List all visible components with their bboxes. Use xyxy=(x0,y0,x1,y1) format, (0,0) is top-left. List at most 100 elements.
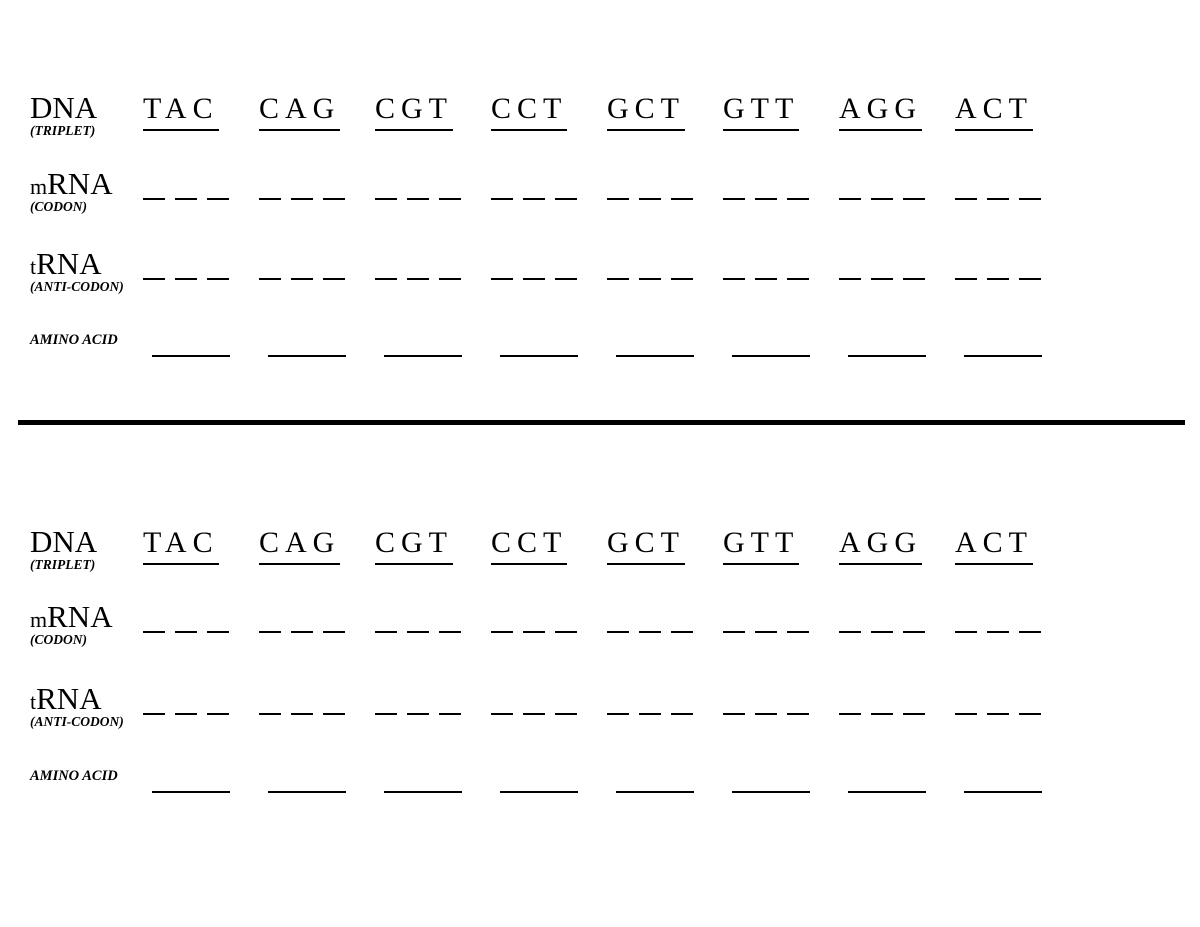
mrna-codon-blank-cell[interactable] xyxy=(259,631,375,633)
nucleotide-blank[interactable] xyxy=(523,278,545,280)
nucleotide-blank[interactable] xyxy=(987,713,1009,715)
nucleotide-blank[interactable] xyxy=(291,198,313,200)
nucleotide-blank[interactable] xyxy=(639,198,661,200)
nucleotide-blank[interactable] xyxy=(407,713,429,715)
nucleotide-blank[interactable] xyxy=(787,198,809,200)
trna-anticodon-blank-cell[interactable] xyxy=(375,278,491,280)
nucleotide-blank[interactable] xyxy=(143,278,165,280)
mrna-codon-blank-cell[interactable] xyxy=(259,198,375,200)
amino-acid-blank[interactable] xyxy=(384,791,462,793)
nucleotide-blank[interactable] xyxy=(955,278,977,280)
nucleotide-blank[interactable] xyxy=(787,278,809,280)
mrna-codon-blank-cell[interactable] xyxy=(607,631,723,633)
trna-anticodon-blank-cell[interactable] xyxy=(259,278,375,280)
nucleotide-blank[interactable] xyxy=(987,631,1009,633)
nucleotide-blank[interactable] xyxy=(259,713,281,715)
nucleotide-blank[interactable] xyxy=(839,278,861,280)
nucleotide-blank[interactable] xyxy=(723,713,745,715)
trna-anticodon-blank-cell[interactable] xyxy=(607,278,723,280)
nucleotide-blank[interactable] xyxy=(1019,278,1041,280)
nucleotide-blank[interactable] xyxy=(755,631,777,633)
nucleotide-blank[interactable] xyxy=(439,631,461,633)
nucleotide-blank[interactable] xyxy=(839,631,861,633)
nucleotide-blank[interactable] xyxy=(671,713,693,715)
trna-anticodon-blank-cell[interactable] xyxy=(491,713,607,715)
nucleotide-blank[interactable] xyxy=(755,198,777,200)
amino-acid-blank-cell[interactable] xyxy=(500,344,616,362)
nucleotide-blank[interactable] xyxy=(555,278,577,280)
nucleotide-blank[interactable] xyxy=(207,631,229,633)
nucleotide-blank[interactable] xyxy=(723,631,745,633)
nucleotide-blank[interactable] xyxy=(439,198,461,200)
trna-anticodon-blank-cell[interactable] xyxy=(143,278,259,280)
mrna-codon-blank-cell[interactable] xyxy=(143,198,259,200)
nucleotide-blank[interactable] xyxy=(671,278,693,280)
amino-acid-blank-cell[interactable] xyxy=(848,780,964,798)
nucleotide-blank[interactable] xyxy=(407,631,429,633)
nucleotide-blank[interactable] xyxy=(871,713,893,715)
nucleotide-blank[interactable] xyxy=(903,631,925,633)
trna-anticodon-blank-cell[interactable] xyxy=(491,278,607,280)
nucleotide-blank[interactable] xyxy=(839,198,861,200)
amino-acid-blank[interactable] xyxy=(616,791,694,793)
nucleotide-blank[interactable] xyxy=(407,278,429,280)
nucleotide-blank[interactable] xyxy=(987,278,1009,280)
nucleotide-blank[interactable] xyxy=(607,631,629,633)
nucleotide-blank[interactable] xyxy=(903,198,925,200)
nucleotide-blank[interactable] xyxy=(903,278,925,280)
nucleotide-blank[interactable] xyxy=(375,631,397,633)
nucleotide-blank[interactable] xyxy=(671,198,693,200)
nucleotide-blank[interactable] xyxy=(175,278,197,280)
trna-anticodon-blank-cell[interactable] xyxy=(375,713,491,715)
trna-anticodon-blank-cell[interactable] xyxy=(723,278,839,280)
mrna-codon-blank-cell[interactable] xyxy=(491,198,607,200)
nucleotide-blank[interactable] xyxy=(639,631,661,633)
amino-acid-blank[interactable] xyxy=(964,355,1042,357)
nucleotide-blank[interactable] xyxy=(175,631,197,633)
mrna-codon-blank-cell[interactable] xyxy=(839,198,955,200)
trna-anticodon-blank-cell[interactable] xyxy=(723,713,839,715)
trna-anticodon-blank-cell[interactable] xyxy=(607,713,723,715)
amino-acid-blank[interactable] xyxy=(500,791,578,793)
amino-acid-blank-cell[interactable] xyxy=(732,780,848,798)
nucleotide-blank[interactable] xyxy=(555,631,577,633)
nucleotide-blank[interactable] xyxy=(175,713,197,715)
nucleotide-blank[interactable] xyxy=(555,198,577,200)
amino-acid-blank-cell[interactable] xyxy=(616,780,732,798)
nucleotide-blank[interactable] xyxy=(723,278,745,280)
amino-acid-blank[interactable] xyxy=(616,355,694,357)
nucleotide-blank[interactable] xyxy=(291,713,313,715)
amino-acid-blank[interactable] xyxy=(964,791,1042,793)
nucleotide-blank[interactable] xyxy=(407,198,429,200)
nucleotide-blank[interactable] xyxy=(787,631,809,633)
nucleotide-blank[interactable] xyxy=(491,713,513,715)
amino-acid-blank-cell[interactable] xyxy=(152,780,268,798)
amino-acid-blank[interactable] xyxy=(732,791,810,793)
trna-anticodon-blank-cell[interactable] xyxy=(259,713,375,715)
amino-acid-blank-cell[interactable] xyxy=(268,344,384,362)
trna-anticodon-blank-cell[interactable] xyxy=(839,278,955,280)
nucleotide-blank[interactable] xyxy=(291,278,313,280)
nucleotide-blank[interactable] xyxy=(1019,713,1041,715)
amino-acid-blank[interactable] xyxy=(152,791,230,793)
amino-acid-blank-cell[interactable] xyxy=(732,344,848,362)
nucleotide-blank[interactable] xyxy=(607,713,629,715)
nucleotide-blank[interactable] xyxy=(639,713,661,715)
nucleotide-blank[interactable] xyxy=(723,198,745,200)
nucleotide-blank[interactable] xyxy=(523,198,545,200)
nucleotide-blank[interactable] xyxy=(523,713,545,715)
mrna-codon-blank-cell[interactable] xyxy=(143,631,259,633)
nucleotide-blank[interactable] xyxy=(955,631,977,633)
nucleotide-blank[interactable] xyxy=(207,713,229,715)
nucleotide-blank[interactable] xyxy=(259,198,281,200)
nucleotide-blank[interactable] xyxy=(175,198,197,200)
nucleotide-blank[interactable] xyxy=(755,278,777,280)
nucleotide-blank[interactable] xyxy=(323,713,345,715)
nucleotide-blank[interactable] xyxy=(555,713,577,715)
nucleotide-blank[interactable] xyxy=(375,713,397,715)
amino-acid-blank[interactable] xyxy=(268,355,346,357)
nucleotide-blank[interactable] xyxy=(143,198,165,200)
nucleotide-blank[interactable] xyxy=(871,631,893,633)
nucleotide-blank[interactable] xyxy=(903,713,925,715)
nucleotide-blank[interactable] xyxy=(1019,631,1041,633)
